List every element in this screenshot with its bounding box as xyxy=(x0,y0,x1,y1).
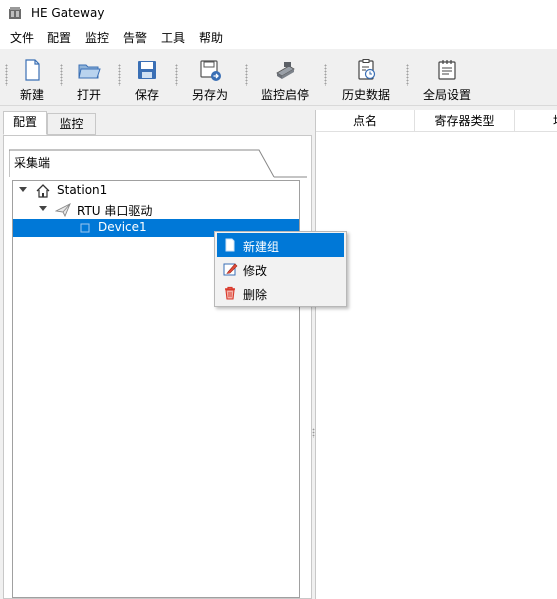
device-chip-icon xyxy=(80,223,90,233)
group-label-collector: 采集端 xyxy=(14,156,51,170)
monitor-device-icon xyxy=(276,62,295,79)
open-button[interactable]: 打开 xyxy=(70,53,108,103)
left-pane: 配置 监控 采集端 Station1 RTU 串口驱动 Device1 xyxy=(0,108,312,599)
menu-monitor[interactable]: 监控 xyxy=(85,30,109,46)
save-label: 保存 xyxy=(134,88,159,102)
menu-label-new-group: 新建组 xyxy=(243,240,280,254)
home-icon xyxy=(36,184,50,198)
history-data-label: 历史数据 xyxy=(341,88,390,102)
menu-item-new-group[interactable]: 新建组 xyxy=(217,233,344,257)
title-bar: HE Gateway xyxy=(0,0,557,27)
tree-item-station[interactable]: Station1 xyxy=(13,182,299,200)
save-as-icon xyxy=(200,60,221,81)
save-as-label: 另存为 xyxy=(191,88,228,102)
open-label: 打开 xyxy=(76,88,101,102)
new-file-icon xyxy=(225,238,235,252)
toolbar: 新建 打开 保存 另存为 监控启停 历史数据 全局设置 xyxy=(0,49,557,106)
menu-help[interactable]: 帮助 xyxy=(199,30,223,46)
new-button[interactable]: 新建 xyxy=(13,53,51,103)
new-label: 新建 xyxy=(19,88,44,102)
window-title: HE Gateway xyxy=(31,6,105,20)
settings-list-icon xyxy=(438,60,456,80)
history-clipboard-icon xyxy=(358,59,376,80)
monitor-toggle-label: 监控启停 xyxy=(260,88,309,102)
tab-monitor[interactable]: 监控 xyxy=(47,113,96,135)
toolbar-grip xyxy=(175,64,178,86)
save-disk-icon xyxy=(138,61,156,79)
expand-arrow-icon[interactable] xyxy=(19,187,27,192)
menu-config[interactable]: 配置 xyxy=(47,30,71,46)
column-header-register-type[interactable]: 寄存器类型 xyxy=(415,110,515,132)
save-as-button[interactable]: 另存为 xyxy=(187,53,233,103)
new-file-icon xyxy=(25,59,40,81)
paper-plane-icon xyxy=(55,203,71,218)
tab-config[interactable]: 配置 xyxy=(3,111,47,135)
tree-label-driver: RTU 串口驱动 xyxy=(77,204,153,218)
toolbar-grip xyxy=(406,64,409,86)
points-table: 点名 寄存器类型 地 xyxy=(315,110,557,599)
menu-file[interactable]: 文件 xyxy=(10,30,34,46)
toolbar-grip xyxy=(118,64,121,86)
tree-item-driver[interactable]: RTU 串口驱动 xyxy=(13,201,299,219)
group-tab-outline xyxy=(9,149,307,178)
expand-arrow-icon[interactable] xyxy=(39,206,47,211)
toolbar-grip xyxy=(245,64,248,86)
toolbar-grip xyxy=(5,64,8,86)
trash-icon xyxy=(225,286,235,300)
column-header-point-name[interactable]: 点名 xyxy=(316,110,415,132)
edit-pencil-icon xyxy=(223,263,238,276)
menu-bar: 文件 配置 监控 告警 工具 帮助 xyxy=(0,27,557,49)
menu-label-edit: 修改 xyxy=(243,264,268,278)
menu-alarm[interactable]: 告警 xyxy=(123,30,147,46)
app-icon xyxy=(9,7,21,19)
menu-item-delete[interactable]: 删除 xyxy=(217,281,344,305)
toolbar-grip xyxy=(60,64,63,86)
global-settings-button[interactable]: 全局设置 xyxy=(418,53,476,103)
tree-label-device: Device1 xyxy=(98,220,147,234)
open-folder-icon xyxy=(78,64,101,79)
menu-label-delete: 删除 xyxy=(243,288,268,302)
tree-label-station: Station1 xyxy=(57,183,108,197)
context-menu: 新建组 修改 删除 xyxy=(214,231,347,307)
global-settings-label: 全局设置 xyxy=(422,88,471,102)
column-header-address[interactable]: 地 xyxy=(515,110,557,132)
history-data-button[interactable]: 历史数据 xyxy=(337,53,395,103)
menu-item-edit[interactable]: 修改 xyxy=(217,257,344,281)
config-tab-panel: 采集端 Station1 RTU 串口驱动 Device1 xyxy=(3,135,312,599)
toolbar-grip xyxy=(324,64,327,86)
save-button[interactable]: 保存 xyxy=(128,53,166,103)
monitor-toggle-button[interactable]: 监控启停 xyxy=(257,53,313,103)
menu-tools[interactable]: 工具 xyxy=(161,30,185,46)
